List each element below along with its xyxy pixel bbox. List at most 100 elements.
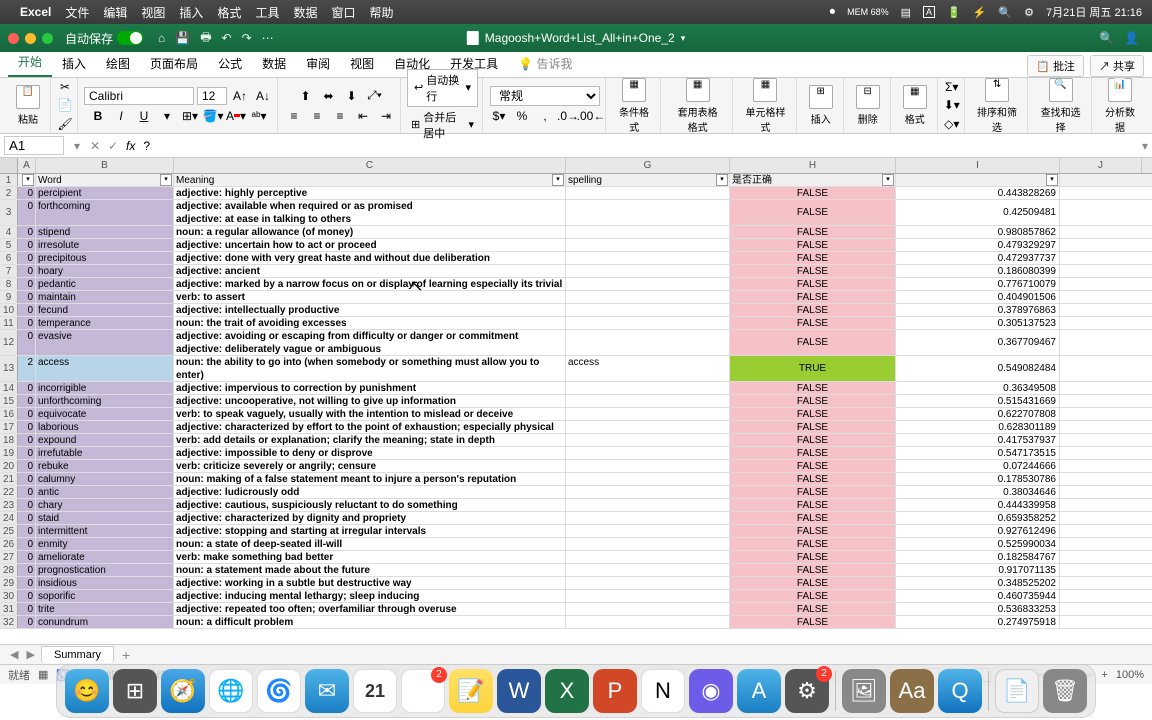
cell-spelling[interactable] bbox=[566, 395, 730, 407]
cell-word[interactable]: fecund bbox=[36, 304, 174, 316]
cell-word[interactable]: maintain bbox=[36, 291, 174, 303]
row-header[interactable]: 15 bbox=[0, 395, 18, 407]
cell-correct[interactable]: FALSE bbox=[730, 421, 896, 433]
cell-value[interactable]: 0.417537937 bbox=[896, 434, 1060, 446]
orientation-icon[interactable]: ⤢▾ bbox=[365, 86, 385, 106]
expand-formula-icon[interactable]: ▾ bbox=[1138, 139, 1152, 153]
cell-meaning[interactable]: noun: making of a false statement meant … bbox=[174, 473, 566, 485]
wrap-text-button[interactable]: ↩ 自动换行 ▾ bbox=[407, 69, 478, 107]
cell-word[interactable]: expound bbox=[36, 434, 174, 446]
cell[interactable]: 0 bbox=[18, 265, 36, 277]
cell-meaning[interactable]: verb: criticize severely or angrily; cen… bbox=[174, 460, 566, 472]
cell-correct[interactable]: FALSE bbox=[730, 590, 896, 602]
cell-meaning[interactable]: noun: the ability to go into (when someb… bbox=[174, 356, 566, 381]
sort-filter-button[interactable]: ⇅排序和筛选 bbox=[971, 76, 1024, 136]
cell-meaning[interactable]: noun: a difficult problem bbox=[174, 616, 566, 628]
cell-value[interactable]: 0.444339958 bbox=[896, 499, 1060, 511]
cell-word[interactable]: laborious bbox=[36, 421, 174, 433]
find-select-button[interactable]: 🔍查找和选择 bbox=[1034, 76, 1087, 136]
cell-correct[interactable]: FALSE bbox=[730, 499, 896, 511]
cell[interactable]: 0 bbox=[18, 590, 36, 602]
cell-correct[interactable]: FALSE bbox=[730, 291, 896, 303]
tab-formulas[interactable]: 公式 bbox=[208, 50, 252, 77]
row-header[interactable]: 22 bbox=[0, 486, 18, 498]
cell-word[interactable]: antic bbox=[36, 486, 174, 498]
row-header[interactable]: 3 bbox=[0, 200, 18, 225]
menu-file[interactable]: 文件 bbox=[65, 4, 89, 21]
cell-correct[interactable]: FALSE bbox=[730, 317, 896, 329]
cell-meaning[interactable]: adjective: uncertain how to act or proce… bbox=[174, 239, 566, 251]
cell-spelling[interactable] bbox=[566, 525, 730, 537]
border-button[interactable]: ⊞▾ bbox=[180, 106, 200, 126]
filter-icon[interactable]: ▾ bbox=[1046, 174, 1058, 186]
autosum-icon[interactable]: Σ▾ bbox=[942, 78, 962, 96]
row-header[interactable]: 18 bbox=[0, 434, 18, 446]
cell-correct[interactable]: FALSE bbox=[730, 382, 896, 394]
cell-spelling[interactable] bbox=[566, 473, 730, 485]
cell-correct[interactable]: FALSE bbox=[730, 603, 896, 615]
dock-safari[interactable]: 🧭 bbox=[161, 669, 205, 713]
cell-spelling[interactable] bbox=[566, 590, 730, 602]
cell[interactable]: 0 bbox=[18, 200, 36, 225]
row-header[interactable]: 4 bbox=[0, 226, 18, 238]
delete-cells-button[interactable]: ⊟删除 bbox=[850, 83, 886, 128]
accept-formula-icon[interactable]: ✓ bbox=[104, 139, 122, 153]
menu-help[interactable]: 帮助 bbox=[369, 4, 393, 21]
cell[interactable]: 0 bbox=[18, 499, 36, 511]
input-icon[interactable]: A bbox=[923, 6, 935, 18]
cell-value[interactable]: 0.917071135 bbox=[896, 564, 1060, 576]
cell[interactable]: 0 bbox=[18, 408, 36, 420]
cell-correct[interactable]: FALSE bbox=[730, 278, 896, 290]
cell-value[interactable]: 0.460735944 bbox=[896, 590, 1060, 602]
phonetic-button[interactable]: ᵃᵇ▾ bbox=[249, 106, 269, 126]
dock-downloads[interactable]: 📄 bbox=[995, 669, 1039, 713]
cell-value[interactable]: 0.367709467 bbox=[896, 330, 1060, 355]
cell-value[interactable]: 0.443828269 bbox=[896, 187, 1060, 199]
format-cells-button[interactable]: ▦格式 bbox=[897, 83, 933, 128]
cell[interactable]: 0 bbox=[18, 551, 36, 563]
cell-correct[interactable]: FALSE bbox=[730, 434, 896, 446]
cell-meaning[interactable]: adjective: inducing mental lethargy; sle… bbox=[174, 590, 566, 602]
cell-correct[interactable]: TRUE bbox=[730, 356, 896, 381]
cell[interactable]: 0 bbox=[18, 538, 36, 550]
cell[interactable]: 0 bbox=[18, 564, 36, 576]
filter-icon[interactable]: ▾ bbox=[882, 174, 894, 186]
cell[interactable]: 0 bbox=[18, 187, 36, 199]
cell[interactable]: 0 bbox=[18, 330, 36, 355]
underline-button[interactable]: U bbox=[134, 106, 154, 126]
cell-word[interactable]: intermittent bbox=[36, 525, 174, 537]
fill-color-button[interactable]: 🪣▾ bbox=[203, 106, 223, 126]
cell-correct[interactable]: FALSE bbox=[730, 577, 896, 589]
row-header[interactable]: 27 bbox=[0, 551, 18, 563]
row-header[interactable]: 7 bbox=[0, 265, 18, 277]
cell-value[interactable]: 0.38034646 bbox=[896, 486, 1060, 498]
dock-word[interactable]: W bbox=[497, 669, 541, 713]
share-button[interactable]: ↗ 共享 bbox=[1090, 55, 1144, 77]
align-middle-icon[interactable]: ⬌ bbox=[319, 86, 339, 106]
cell-meaning[interactable]: adjective: marked by a narrow focus on o… bbox=[174, 278, 566, 290]
cell-word[interactable]: incorrigible bbox=[36, 382, 174, 394]
cell-spelling[interactable] bbox=[566, 252, 730, 264]
cell[interactable]: 0 bbox=[18, 291, 36, 303]
cell[interactable]: 0 bbox=[18, 486, 36, 498]
sheet-nav-prev[interactable]: ◀ bbox=[6, 648, 22, 661]
cell-correct[interactable]: FALSE bbox=[730, 304, 896, 316]
tab-review[interactable]: 审阅 bbox=[296, 50, 340, 77]
cell-spelling[interactable] bbox=[566, 226, 730, 238]
cell-value[interactable]: 0.659358252 bbox=[896, 512, 1060, 524]
cell-correct[interactable]: FALSE bbox=[730, 187, 896, 199]
header-meaning[interactable]: Meaning▾ bbox=[174, 174, 566, 186]
col-header-g[interactable]: G bbox=[566, 158, 730, 173]
cell[interactable]: 0 bbox=[18, 382, 36, 394]
cell-spelling[interactable] bbox=[566, 538, 730, 550]
cell[interactable]: 0 bbox=[18, 616, 36, 628]
cell-spelling[interactable] bbox=[566, 434, 730, 446]
dock-reminders[interactable]: ☑2 bbox=[401, 669, 445, 713]
col-header-b[interactable]: B bbox=[36, 158, 174, 173]
cell-word[interactable]: calumny bbox=[36, 473, 174, 485]
cell-value[interactable]: 0.348525202 bbox=[896, 577, 1060, 589]
cell-word[interactable]: irresolute bbox=[36, 239, 174, 251]
cell-spelling[interactable] bbox=[566, 304, 730, 316]
insert-cells-button[interactable]: ⊞插入 bbox=[803, 83, 839, 128]
table-format-button[interactable]: ▦套用表格格式 bbox=[667, 76, 728, 136]
